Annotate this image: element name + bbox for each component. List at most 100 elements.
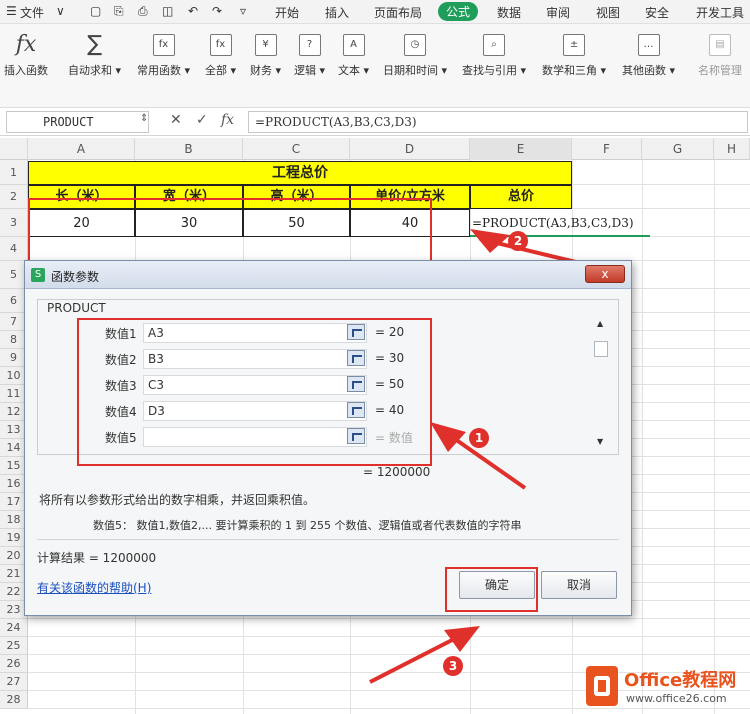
text-button[interactable]: A 文本 ▾ (338, 34, 369, 78)
wps-logo-icon: S (31, 268, 45, 282)
row-header-4[interactable]: 4 (0, 237, 28, 261)
close-button[interactable]: x (585, 265, 625, 283)
customize-icon[interactable]: ▿ (240, 4, 246, 18)
function-name-label: PRODUCT (45, 301, 108, 315)
menu-bar: ☰ 文件 ∨ ▢ ⎘ ⎙ ◫ ↶ ↷ ▿ 开始 插入 页面布局 公式 数据 审阅… (0, 0, 750, 24)
financial-label: 财务 (250, 64, 272, 77)
column-header-f[interactable]: F (572, 138, 642, 160)
step-badge-3: 3 (443, 656, 463, 676)
print-icon[interactable]: ⎙ (138, 4, 148, 19)
all-functions-button[interactable]: fx 全部 ▾ (205, 34, 236, 78)
function-icon: fx (209, 34, 232, 56)
more-icon: … (637, 34, 660, 56)
preview-icon[interactable]: ◫ (162, 4, 173, 18)
highlight-arguments (77, 318, 432, 466)
export-icon[interactable]: ⎘ (114, 4, 124, 19)
column-header-bar: A B C D E F G H (0, 138, 750, 160)
column-header-h[interactable]: H (714, 138, 750, 160)
cancel-icon[interactable]: ✕ (170, 112, 182, 128)
arrow-3-icon (369, 626, 480, 684)
step-badge-1: 1 (469, 428, 489, 448)
financial-button[interactable]: ¥ 财务 ▾ (250, 34, 281, 78)
question-icon: ? (298, 34, 321, 56)
undo-icon[interactable]: ↶ (188, 4, 198, 18)
name-manager-label: 名称管理 (698, 64, 742, 77)
scroll-up-icon[interactable]: ▲ (597, 319, 603, 328)
divider (37, 539, 619, 540)
dialog-titlebar[interactable]: S 函数参数 x (25, 261, 631, 289)
calculation-result: 计算结果 = 1200000 (37, 551, 157, 565)
formula-bar: PRODUCT ⇕ ✕ ✓ fx =PRODUCT(A3,B3,C3,D3) (0, 108, 750, 136)
row-header-1[interactable]: 1 (0, 160, 28, 185)
row-header-27[interactable]: 27 (0, 673, 28, 691)
autosum-button[interactable]: ∑ 自动求和 ▾ (68, 34, 121, 78)
more-functions-button[interactable]: … 其他函数 ▾ (622, 34, 675, 78)
highlight-ok-button (445, 567, 538, 612)
save-icon[interactable]: ▢ (90, 4, 101, 18)
scroll-thumb[interactable] (594, 341, 608, 357)
insert-function-button[interactable]: fx 插入函数 (4, 34, 48, 78)
column-header-g[interactable]: G (642, 138, 714, 160)
tab-review[interactable]: 审阅 (546, 4, 570, 21)
row-header-28[interactable]: 28 (0, 691, 28, 709)
highlight-source-cells (28, 198, 432, 263)
office26-watermark: Office教程网 www.office26.com (582, 660, 750, 712)
row-header-25[interactable]: 25 (0, 637, 28, 655)
file-menu[interactable]: 文件 (20, 4, 44, 21)
row-header-24[interactable]: 24 (0, 619, 28, 637)
tab-start[interactable]: 开始 (275, 4, 299, 21)
function-help-link[interactable]: 有关该函数的帮助(H) (37, 579, 151, 596)
tab-developer[interactable]: 开发工具 (696, 4, 744, 21)
column-header-c[interactable]: C (243, 138, 350, 160)
column-header-a[interactable]: A (28, 138, 135, 160)
confirm-icon[interactable]: ✓ (196, 112, 208, 128)
tab-page-layout[interactable]: 页面布局 (374, 4, 422, 21)
watermark-brand: Office教程网 (624, 670, 737, 691)
lookup-button[interactable]: ⌕ 查找与引用 ▾ (462, 34, 526, 78)
math-trig-button[interactable]: ± 数学和三角 ▾ (542, 34, 606, 78)
cancel-button[interactable]: 取消 (541, 571, 617, 599)
column-gridline (642, 160, 643, 714)
date-time-label: 日期和时间 (383, 64, 438, 77)
tab-security[interactable]: 安全 (645, 4, 669, 21)
name-box-dropdown-icon[interactable]: ⇕ (140, 113, 148, 124)
tab-formula[interactable]: 公式 (438, 2, 479, 21)
column-gridline (714, 160, 715, 714)
hamburger-icon[interactable]: ☰ (6, 4, 17, 18)
column-header-d[interactable]: D (350, 138, 470, 160)
math-icon: ± (563, 34, 586, 56)
row-header-26[interactable]: 26 (0, 655, 28, 673)
column-header-b[interactable]: B (135, 138, 243, 160)
cell-e2[interactable]: 总价 (470, 185, 572, 209)
arguments-scrollbar[interactable]: ▲ ▼ (593, 319, 609, 451)
tab-data[interactable]: 数据 (497, 4, 521, 21)
column-header-e[interactable]: E (470, 138, 572, 160)
tab-view[interactable]: 视图 (596, 4, 620, 21)
tab-insert[interactable]: 插入 (325, 4, 349, 21)
autosum-label: 自动求和 (68, 64, 112, 77)
common-functions-button[interactable]: fx 常用函数 ▾ (137, 34, 190, 78)
row-header-3[interactable]: 3 (0, 209, 28, 237)
fx-icon[interactable]: fx (221, 112, 234, 128)
name-box[interactable]: PRODUCT (6, 111, 149, 133)
row-header-2[interactable]: 2 (0, 185, 28, 209)
clock-icon: ◷ (404, 34, 427, 56)
scroll-down-icon[interactable]: ▼ (597, 437, 603, 446)
dialog-title: 函数参数 (51, 270, 100, 284)
name-manager-icon: ▤ (709, 34, 731, 56)
name-manager-button[interactable]: ▤ 名称管理 (698, 34, 742, 78)
logical-label: 逻辑 (294, 64, 316, 77)
select-all-corner[interactable] (0, 138, 28, 160)
sigma-icon: ∑ (87, 32, 102, 57)
text-label: 文本 (338, 64, 360, 77)
chevron-down-icon[interactable]: ∨ (56, 4, 65, 18)
date-time-button[interactable]: ◷ 日期和时间 ▾ (383, 34, 447, 78)
lookup-icon: ⌕ (483, 34, 506, 56)
star-function-icon: fx (152, 34, 175, 56)
logical-button[interactable]: ? 逻辑 ▾ (294, 34, 325, 78)
formula-input[interactable]: =PRODUCT(A3,B3,C3,D3) (248, 111, 748, 133)
yen-icon: ¥ (254, 34, 277, 56)
cell-a1-merged-title[interactable]: 工程总价 (28, 161, 572, 185)
redo-icon[interactable]: ↷ (212, 4, 222, 18)
step-badge-2: 2 (508, 231, 528, 251)
